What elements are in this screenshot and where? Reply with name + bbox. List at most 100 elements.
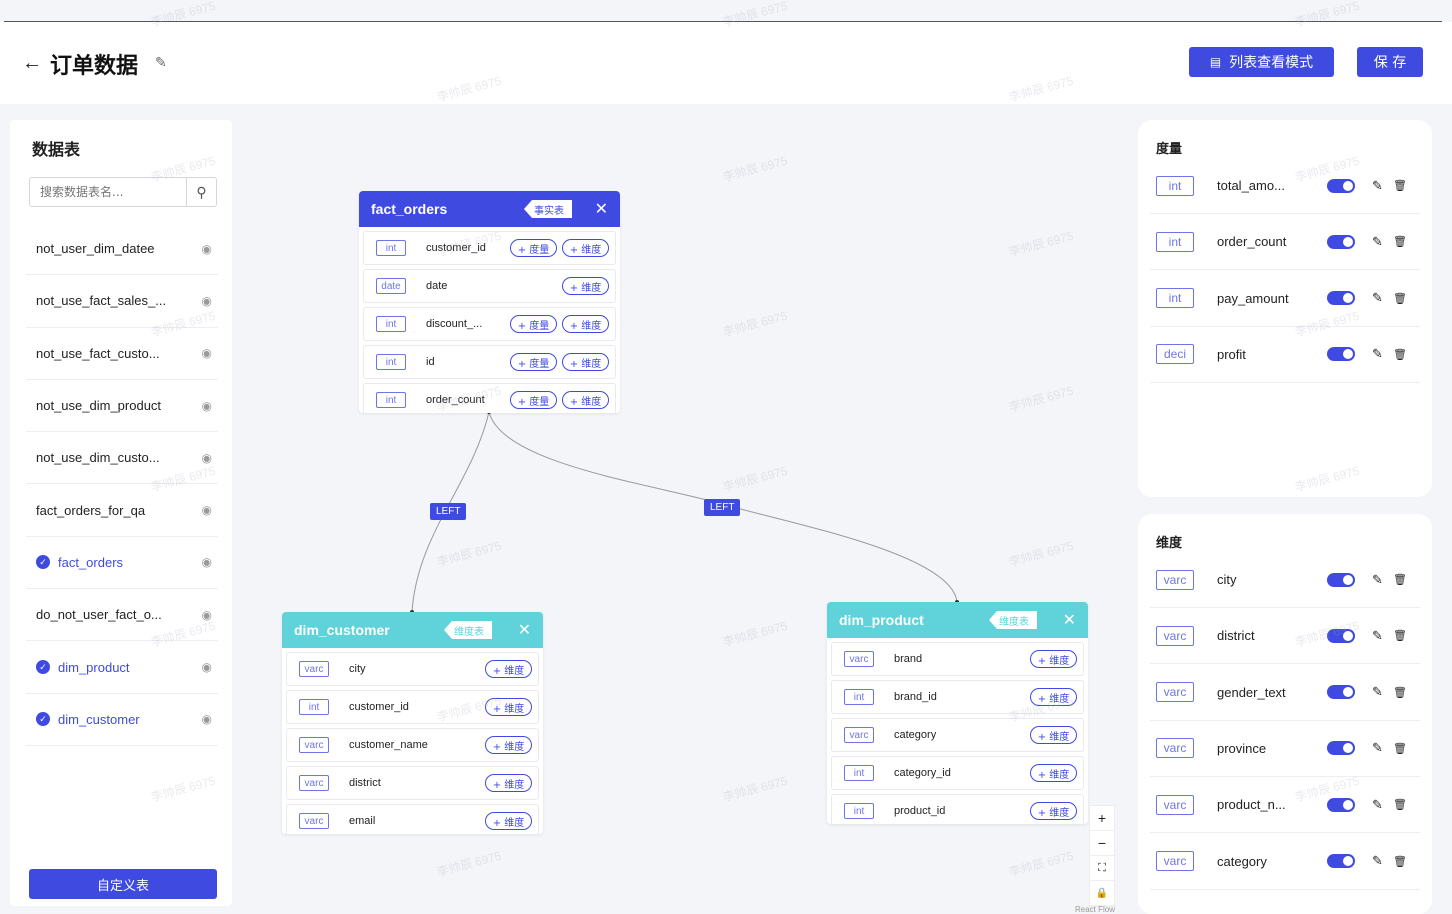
add-dimension-button[interactable]: + 维度 [562, 277, 609, 295]
edit-icon[interactable]: ✎ [1372, 346, 1383, 362]
trash-icon[interactable]: 🗑 [1393, 855, 1407, 868]
add-dimension-button[interactable]: + 维度 [562, 391, 609, 409]
trash-icon[interactable]: 🗑 [1393, 573, 1407, 586]
zoom-out-icon[interactable]: − [1090, 831, 1114, 856]
eye-icon[interactable]: ◉ [202, 712, 212, 726]
eye-icon[interactable]: ◉ [202, 555, 212, 569]
field-type: int [844, 765, 874, 781]
eye-icon[interactable]: ◉ [202, 399, 212, 413]
edit-icon[interactable]: ✎ [1372, 290, 1383, 306]
add-dimension-button[interactable]: + 维度 [1030, 688, 1077, 706]
add-dimension-button[interactable]: + 维度 [562, 315, 609, 333]
node-dim-customer[interactable]: dim_customer 维度表 ✕ varc city + 维度 int custom… [282, 612, 543, 834]
enable-toggle[interactable] [1327, 628, 1355, 643]
table-list-panel: 数据表 ⚲ not_user_dim_datee◉not_use_fact_sa… [10, 120, 232, 906]
enable-toggle[interactable] [1327, 347, 1355, 362]
custom-table-button[interactable]: 自定义表 [29, 869, 217, 899]
table-list-item[interactable]: ✓ fact_orders ◉ [26, 537, 218, 590]
edit-icon[interactable]: ✎ [1372, 797, 1383, 813]
flow-canvas[interactable]: LEFT LEFT fact_orders 事实表 ✕ int customer_… [232, 104, 1138, 914]
add-dimension-button[interactable]: + 维度 [1030, 726, 1077, 744]
eye-icon[interactable]: ◉ [202, 294, 212, 308]
enable-toggle[interactable] [1327, 797, 1355, 812]
react-flow-attribution[interactable]: React Flow [1075, 905, 1115, 914]
table-list-item[interactable]: not_use_dim_product ◉ [26, 380, 218, 433]
list-view-button[interactable]: ▤ 列表查看模式 [1189, 47, 1334, 77]
lock-icon[interactable]: 🔒 [1090, 881, 1114, 906]
add-dimension-button[interactable]: + 维度 [485, 774, 532, 792]
edit-icon[interactable]: ✎ [1372, 740, 1383, 756]
trash-icon[interactable]: 🗑 [1393, 179, 1407, 192]
field-name: order_count [426, 394, 485, 406]
close-icon[interactable]: ✕ [1063, 610, 1076, 630]
zoom-in-icon[interactable]: + [1090, 806, 1114, 831]
add-dimension-button[interactable]: + 维度 [485, 698, 532, 716]
table-list-item[interactable]: ✓ dim_customer ◉ [26, 694, 218, 746]
enable-toggle[interactable] [1327, 291, 1355, 306]
add-dimension-button[interactable]: + 维度 [485, 660, 532, 678]
edit-icon[interactable]: ✎ [1372, 684, 1383, 700]
dimensions-title: 维度 [1156, 536, 1183, 551]
eye-icon[interactable]: ◉ [202, 346, 212, 360]
eye-icon[interactable]: ◉ [202, 608, 212, 622]
add-measure-button[interactable]: + 度量 [510, 239, 557, 257]
add-dimension-button[interactable]: + 维度 [562, 353, 609, 371]
edit-icon[interactable]: ✎ [1372, 628, 1383, 644]
field-type: int [376, 316, 406, 332]
add-dimension-button[interactable]: + 维度 [562, 239, 609, 257]
edge-label-join-1[interactable]: LEFT [430, 503, 467, 520]
node-dim-product[interactable]: dim_product 维度表 ✕ varc brand + 维度 int brand_… [827, 602, 1088, 824]
trash-icon[interactable]: 🗑 [1393, 686, 1407, 699]
close-icon[interactable]: ✕ [595, 199, 608, 219]
edit-icon[interactable]: ✎ [1372, 234, 1383, 250]
enable-toggle[interactable] [1327, 572, 1355, 587]
trash-icon[interactable]: 🗑 [1393, 348, 1407, 361]
edit-icon[interactable]: ✎ [1372, 572, 1383, 588]
enable-toggle[interactable] [1327, 234, 1355, 249]
add-dimension-button[interactable]: + 维度 [1030, 802, 1077, 820]
save-button[interactable]: 保 存 [1357, 47, 1423, 77]
eye-icon[interactable]: ◉ [202, 660, 212, 674]
enable-toggle[interactable] [1327, 178, 1355, 193]
add-measure-button[interactable]: + 度量 [510, 315, 557, 333]
table-name: fact_orders [58, 554, 124, 570]
add-measure-button[interactable]: + 度量 [510, 391, 557, 409]
trash-icon[interactable]: 🗑 [1393, 798, 1407, 811]
arrow-left-icon[interactable]: ← [22, 52, 42, 75]
eye-icon[interactable]: ◉ [202, 451, 212, 465]
eye-icon[interactable]: ◉ [202, 503, 212, 517]
table-list-item[interactable]: do_not_user_fact_o... ◉ [26, 589, 218, 642]
trash-icon[interactable]: 🗑 [1393, 742, 1407, 755]
add-measure-button[interactable]: + 度量 [510, 353, 557, 371]
add-dimension-button[interactable]: + 维度 [1030, 650, 1077, 668]
edit-icon[interactable]: ✎ [1372, 178, 1383, 194]
close-icon[interactable]: ✕ [518, 620, 531, 640]
node-fact-orders[interactable]: fact_orders 事实表 ✕ int customer_id + 度量 + 维度… [359, 191, 620, 413]
enable-toggle[interactable] [1327, 741, 1355, 756]
enable-toggle[interactable] [1327, 685, 1355, 700]
table-list-item[interactable]: not_use_fact_sales_... ◉ [26, 275, 218, 328]
table-list-item[interactable]: not_use_fact_custo... ◉ [26, 328, 218, 380]
trash-icon[interactable]: 🗑 [1393, 292, 1407, 305]
search-input[interactable] [30, 178, 186, 206]
edit-title-icon[interactable]: ✎ [155, 54, 167, 71]
search-icon[interactable]: ⚲ [186, 178, 216, 206]
add-dimension-button[interactable]: + 维度 [1030, 764, 1077, 782]
table-list-item[interactable]: ✓ dim_product ◉ [26, 641, 218, 694]
fit-view-icon[interactable]: ⛶ [1090, 856, 1114, 881]
table-list-item[interactable]: fact_orders_for_qa ◉ [26, 484, 218, 537]
field-row: varc brand + 维度 [831, 642, 1084, 676]
edit-icon[interactable]: ✎ [1372, 853, 1383, 869]
add-dimension-button[interactable]: + 维度 [485, 812, 532, 830]
trash-icon[interactable]: 🗑 [1393, 629, 1407, 642]
enable-toggle[interactable] [1327, 854, 1355, 868]
eye-icon[interactable]: ◉ [202, 242, 212, 256]
edge-label-join-2[interactable]: LEFT [704, 499, 741, 516]
table-list-item[interactable]: not_user_dim_datee ◉ [26, 223, 218, 276]
table-name: not_use_dim_product [36, 398, 162, 414]
trash-icon[interactable]: 🗑 [1393, 235, 1407, 248]
table-list-item[interactable]: not_use_dim_custo... ◉ [26, 432, 218, 485]
field-item: int pay_amount ✎ 🗑 [1150, 271, 1420, 327]
field-type: varc [1156, 851, 1194, 871]
add-dimension-button[interactable]: + 维度 [485, 736, 532, 754]
